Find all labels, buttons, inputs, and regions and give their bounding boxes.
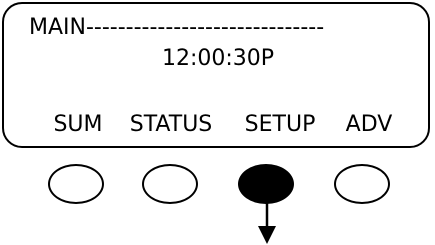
screen-title: MAIN------------------------------ bbox=[29, 15, 325, 40]
softkey-label-status: STATUS bbox=[129, 112, 213, 137]
softkey-label-setup: SETUP bbox=[244, 112, 316, 137]
softkey-label-sum: SUM bbox=[53, 112, 103, 137]
sum-softkey-button[interactable] bbox=[48, 164, 104, 204]
softkey-label-adv: ADV bbox=[345, 112, 393, 137]
setup-softkey-button[interactable] bbox=[238, 164, 294, 204]
softkey-label-row: SUM STATUS SETUP ADV bbox=[4, 114, 432, 140]
arrow-down-icon bbox=[258, 200, 276, 244]
clock-display: 12:00:30P bbox=[161, 46, 275, 71]
lcd-display: MAIN------------------------------ 12:00… bbox=[2, 2, 430, 148]
status-softkey-button[interactable] bbox=[142, 164, 198, 204]
adv-softkey-button[interactable] bbox=[334, 164, 390, 204]
